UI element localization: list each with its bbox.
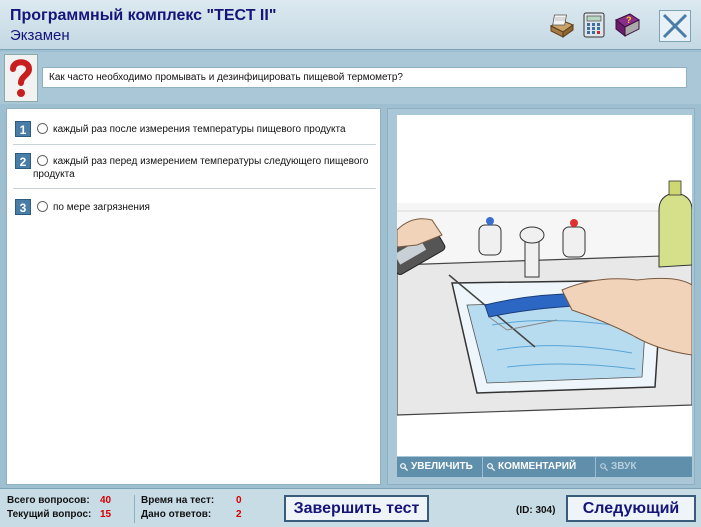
answer-option-2[interactable]: 2 каждый раз перед измерением температур… [13, 153, 376, 189]
question-id: (ID: 304) [516, 505, 556, 516]
answers-given-value: 2 [236, 509, 242, 520]
card-file-icon[interactable] [549, 12, 575, 38]
close-button[interactable] [659, 10, 691, 42]
question-text: Как часто необходимо промывать и дезинфи… [42, 67, 687, 88]
total-questions-value: 40 [100, 495, 112, 506]
help-book-icon[interactable]: ? [613, 12, 640, 38]
question-mark-icon [4, 54, 38, 102]
answer-number: 3 [15, 199, 31, 215]
answer-option-1[interactable]: 1 каждый раз после измерения температуры… [13, 121, 376, 145]
answer-radio[interactable] [37, 123, 48, 134]
sound-button: ЗВУК [597, 457, 667, 477]
image-panel: УВЕЛИЧИТЬ КОММЕНТАРИЙ ЗВУК [386, 108, 695, 485]
next-button[interactable]: Следующий [566, 495, 696, 522]
svg-text:?: ? [626, 15, 632, 25]
answer-number: 1 [15, 121, 31, 137]
comment-label: КОММЕНТАРИЙ [498, 461, 577, 472]
footer-divider [134, 495, 135, 523]
total-questions-label: Всего вопросов: [7, 495, 90, 506]
answer-text: каждый раз после измерения температуры п… [53, 124, 346, 135]
question-bar: Как часто необходимо промывать и дезинфи… [0, 52, 701, 104]
zoom-button[interactable]: УВЕЛИЧИТЬ [397, 457, 483, 477]
finish-test-button[interactable]: Завершить тест [284, 495, 429, 522]
test-time-label: Время на тест: [141, 495, 215, 506]
footer: Всего вопросов: 40 Текущий вопрос: 15 Вр… [0, 488, 701, 527]
comment-button[interactable]: КОММЕНТАРИЙ [484, 457, 596, 477]
answers-panel: 1 каждый раз после измерения температуры… [6, 108, 381, 485]
header: Программный комплекс "ТЕСТ II" Экзамен ? [0, 0, 701, 50]
answer-radio[interactable] [37, 201, 48, 212]
sound-label: ЗВУК [611, 461, 637, 472]
magnifier-icon [400, 463, 408, 471]
question-illustration [386, 115, 693, 456]
app-title: Программный комплекс "ТЕСТ II" [10, 7, 277, 24]
zoom-label: УВЕЛИЧИТЬ [411, 461, 473, 472]
current-question-value: 15 [100, 509, 112, 520]
answer-option-3[interactable]: 3 по мере загрязнения [13, 199, 376, 221]
answer-text: каждый раз перед измерением температуры … [33, 156, 369, 180]
magnifier-icon [600, 463, 608, 471]
image-toolbar: УВЕЛИЧИТЬ КОММЕНТАРИЙ ЗВУК [397, 457, 692, 477]
magnifier-icon [487, 463, 495, 471]
calculator-icon[interactable] [581, 12, 607, 38]
answer-number: 2 [15, 153, 31, 169]
answers-given-label: Дано ответов: [141, 509, 212, 520]
close-icon [662, 13, 688, 39]
current-question-label: Текущий вопрос: [7, 509, 92, 520]
app-subtitle: Экзамен [10, 27, 70, 44]
test-time-value: 0 [236, 495, 242, 506]
answer-text: по мере загрязнения [53, 202, 150, 213]
